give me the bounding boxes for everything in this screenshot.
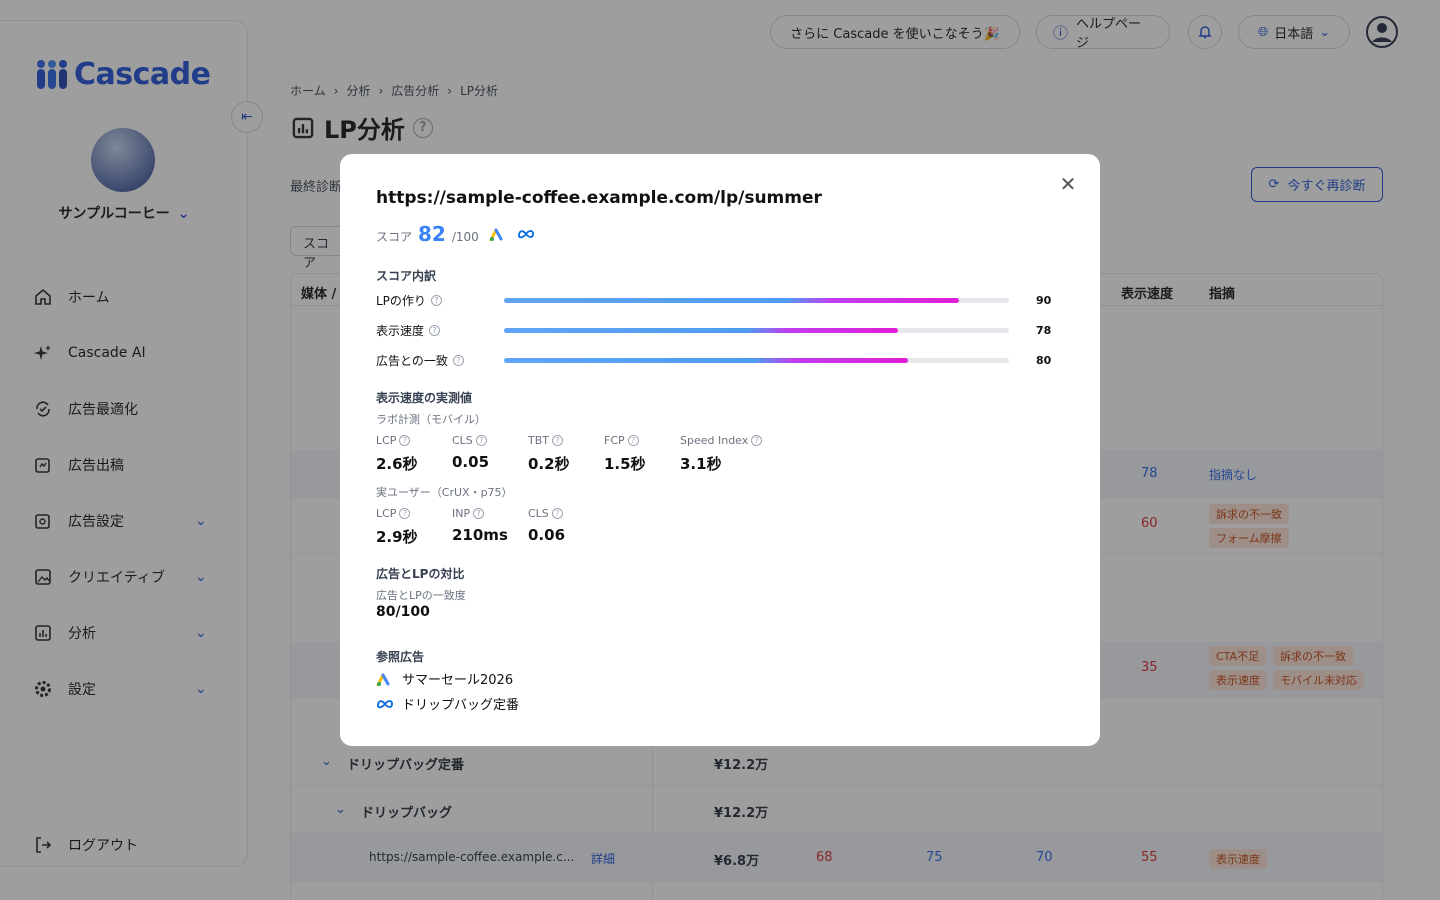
ref-ad-label: サマーセール2026 xyxy=(402,673,514,688)
metric-value: 1.5秒 xyxy=(604,455,646,473)
breakdown-row: 広告との一致? 80 xyxy=(376,352,1066,368)
metric-label: Speed Index xyxy=(680,434,749,447)
help-icon[interactable]: ? xyxy=(399,508,411,519)
help-icon[interactable]: ? xyxy=(399,435,411,446)
lab-metric: LCP? 2.6秒 xyxy=(376,434,418,474)
breakdown-bar-track xyxy=(504,298,1009,303)
breakdown-value: 90 xyxy=(1036,293,1052,307)
metric-value: 0.2秒 xyxy=(528,455,570,473)
ref-ad-label: ドリップバッグ定番 xyxy=(402,698,520,713)
lab-metric: CLS? 0.05 xyxy=(452,434,489,471)
speed-title: 表示速度の実測値 xyxy=(376,391,473,405)
lab-metric: Speed Index? 3.1秒 xyxy=(680,434,763,474)
field-metric: CLS? 0.06 xyxy=(528,507,565,544)
score-label: スコア xyxy=(376,230,413,244)
breakdown-bar-track xyxy=(504,358,1009,363)
breakdown-bar-fill xyxy=(504,328,898,333)
breakdown-value: 80 xyxy=(1036,353,1052,367)
metric-label: FCP xyxy=(604,434,625,447)
metric-label: INP xyxy=(452,507,471,520)
ref-ad-item[interactable]: ドリップバッグ定番 xyxy=(376,694,519,713)
help-icon[interactable]: ? xyxy=(551,508,563,519)
breakdown-label: 広告との一致 xyxy=(376,353,448,368)
metric-value: 0.05 xyxy=(452,453,490,471)
google-ads-icon xyxy=(489,228,503,241)
breakdown-bar-fill xyxy=(504,358,908,363)
meta-icon xyxy=(377,699,393,708)
lab-metric: TBT? 0.2秒 xyxy=(528,434,570,474)
metric-label: LCP xyxy=(376,507,397,520)
breakdown-bar-track xyxy=(504,328,1009,333)
metric-value: 0.06 xyxy=(528,526,566,544)
help-icon[interactable]: ? xyxy=(475,435,487,446)
metric-value: 3.1秒 xyxy=(680,455,722,473)
match-value: 80/100 xyxy=(376,604,430,620)
lab-metric: FCP? 1.5秒 xyxy=(604,434,646,474)
metric-label: TBT xyxy=(528,434,549,447)
help-icon[interactable]: ? xyxy=(452,354,464,366)
match-label: 広告とLPの一致度 xyxy=(376,589,466,602)
lp-detail-modal: https://sample-coffee.example.com/lp/sum… xyxy=(340,154,1100,746)
metric-value: 2.6秒 xyxy=(376,455,418,473)
google-ads-icon xyxy=(376,673,390,686)
breakdown-row: LPの作り? 90 xyxy=(376,292,1066,308)
help-icon[interactable]: ? xyxy=(627,435,639,446)
close-icon: ✕ xyxy=(1059,172,1077,196)
help-icon[interactable]: ? xyxy=(751,435,763,446)
metric-label: CLS xyxy=(452,434,473,447)
ref-ad-item[interactable]: サマーセール2026 xyxy=(376,669,513,688)
help-icon[interactable]: ? xyxy=(552,435,563,446)
ref-title: 参照広告 xyxy=(376,650,425,664)
meta-icon xyxy=(517,230,534,239)
field-title: 実ユーザー（CrUX・p75） xyxy=(376,486,513,499)
score-value: 82 xyxy=(418,222,446,246)
score-max: /100 xyxy=(451,230,479,244)
breakdown-label: LPの作り xyxy=(376,293,426,308)
lab-title: ラボ計測（モバイル） xyxy=(376,413,486,426)
metric-value: 210ms xyxy=(452,526,508,544)
close-button[interactable]: ✕ xyxy=(1056,172,1080,196)
breakdown-row: 表示速度? 78 xyxy=(376,322,1066,338)
help-icon[interactable]: ? xyxy=(473,508,485,519)
breakdown-bar-fill xyxy=(504,298,959,303)
breakdown-label: 表示速度 xyxy=(376,323,425,338)
breakdown-title: スコア内訳 xyxy=(376,269,437,283)
field-metric: LCP? 2.9秒 xyxy=(376,507,418,547)
field-metric: INP? 210ms xyxy=(452,507,508,544)
modal-score: スコア 82 /100 xyxy=(376,222,535,246)
help-icon[interactable]: ? xyxy=(429,324,441,336)
metric-value: 2.9秒 xyxy=(376,528,418,546)
metric-label: LCP xyxy=(376,434,397,447)
help-icon[interactable]: ? xyxy=(430,294,442,306)
modal-lp-url: https://sample-coffee.example.com/lp/sum… xyxy=(376,188,822,208)
breakdown-value: 78 xyxy=(1036,323,1052,337)
compare-title: 広告とLPの対比 xyxy=(376,567,465,581)
metric-label: CLS xyxy=(528,507,549,520)
